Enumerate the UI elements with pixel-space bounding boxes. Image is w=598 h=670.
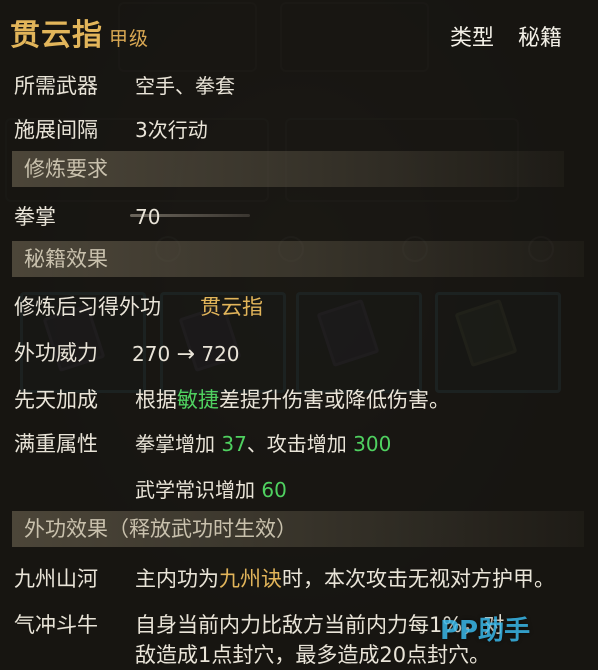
power-from: 270: [132, 342, 171, 366]
effect2-line2: 敌造成1点封穴，最多造成20点封穴。: [135, 643, 491, 667]
full-fist-value: 37: [221, 432, 247, 456]
innate-pre: 根据: [135, 388, 177, 412]
power-values: 270 → 720: [132, 340, 240, 369]
section-book-effects: 秘籍效果: [12, 241, 584, 277]
effect1-pre: 主内功为: [135, 567, 219, 591]
innate-attribute: 敏捷: [177, 388, 219, 412]
full-knowledge-value: 60: [261, 478, 287, 502]
arrow-right-icon: →: [176, 342, 195, 367]
full-label: 满重属性: [14, 432, 98, 456]
full-attack-label: 、攻击增加: [246, 432, 347, 456]
interval-value: 3次行动: [135, 118, 208, 142]
type-label: 类型: [450, 26, 495, 51]
innate-post: 差提升伤害或降低伤害。: [219, 388, 450, 412]
req-skill-label: 拳掌: [14, 205, 56, 229]
section-outer-effects: 外功效果（释放武功时生效）: [12, 511, 584, 547]
effect1-post: 时，本次攻击无视对方护甲。: [282, 567, 555, 591]
effect1-label: 九州山河: [14, 567, 98, 591]
full-line-1: 拳掌增加 37、攻击增加 300: [135, 430, 391, 458]
full-knowledge-label: 武学常识增加: [135, 478, 255, 502]
req-skill-value: 70: [135, 205, 161, 229]
effect2-label: 气冲斗牛: [14, 613, 98, 637]
full-attack-value: 300: [353, 432, 392, 456]
learn-label: 修炼后习得外功: [14, 295, 161, 319]
book-title: 贯云指 甲级: [10, 10, 149, 54]
innate-label: 先天加成: [14, 388, 98, 412]
book-name: 贯云指: [10, 18, 103, 53]
power-to: 720: [201, 342, 240, 366]
full-line-2: 武学常识增加 60: [135, 476, 287, 504]
learn-value: 贯云指: [200, 295, 263, 319]
type-value: 秘籍: [518, 26, 563, 51]
weapon-label: 所需武器: [14, 74, 98, 98]
book-grade: 甲级: [109, 28, 150, 50]
section-train-requirements: 修炼要求: [12, 151, 564, 187]
watermark: PP助手: [440, 616, 531, 646]
effect1-name: 九州诀: [219, 567, 282, 591]
weapon-value: 空手、拳套: [135, 74, 235, 98]
full-fist-label: 拳掌增加: [135, 432, 215, 456]
power-label: 外功威力: [14, 341, 98, 365]
innate-text: 根据敏捷差提升伤害或降低伤害。: [135, 386, 450, 414]
interval-label: 施展间隔: [14, 118, 98, 142]
effect1-text: 主内功为九州诀时，本次攻击无视对方护甲。: [135, 565, 555, 593]
